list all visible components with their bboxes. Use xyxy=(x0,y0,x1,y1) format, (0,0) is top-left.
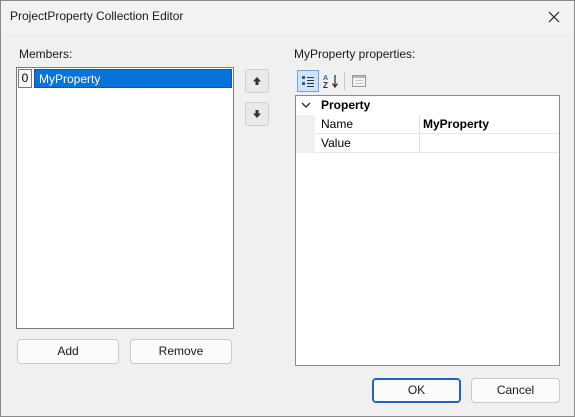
property-value[interactable]: MyProperty xyxy=(423,115,489,133)
close-button[interactable] xyxy=(540,3,568,31)
member-index: 0 xyxy=(18,69,32,88)
categorized-button[interactable] xyxy=(297,70,319,92)
property-pages-button[interactable] xyxy=(348,70,370,92)
arrow-up-icon xyxy=(253,77,261,85)
property-pages-icon xyxy=(352,75,366,87)
cancel-button[interactable]: Cancel xyxy=(471,378,560,403)
property-row-name[interactable]: Name MyProperty xyxy=(315,115,559,134)
properties-label: MyProperty properties: xyxy=(294,47,416,61)
property-name: Name xyxy=(321,117,354,131)
move-down-button[interactable] xyxy=(245,102,269,126)
category-label: Property xyxy=(321,98,371,112)
grid-gutter xyxy=(296,115,315,153)
categorized-icon xyxy=(302,76,314,87)
svg-text:Z: Z xyxy=(323,81,328,89)
property-name: Value xyxy=(321,136,351,150)
column-divider xyxy=(419,115,420,133)
window-title: ProjectProperty Collection Editor xyxy=(10,9,184,23)
member-name[interactable]: MyProperty xyxy=(34,69,232,88)
ok-button[interactable]: OK xyxy=(372,378,461,403)
toolbar-separator xyxy=(344,72,345,90)
members-list[interactable]: 0 MyProperty xyxy=(16,67,234,329)
members-label: Members: xyxy=(19,47,73,61)
chevron-down-icon[interactable] xyxy=(301,101,311,109)
collection-editor-dialog: ProjectProperty Collection Editor Member… xyxy=(0,0,575,417)
column-divider xyxy=(419,134,420,152)
remove-button[interactable]: Remove xyxy=(130,339,232,364)
arrow-down-icon xyxy=(253,110,261,118)
close-icon xyxy=(548,11,560,23)
property-grid[interactable]: Property Name MyProperty Value xyxy=(295,95,560,366)
add-button[interactable]: Add xyxy=(17,339,119,364)
category-row[interactable]: Property xyxy=(296,96,559,115)
property-row-value[interactable]: Value xyxy=(315,134,559,153)
title-bar: ProjectProperty Collection Editor xyxy=(1,1,574,33)
sort-alphabetical-icon: A Z xyxy=(323,75,339,89)
move-up-button[interactable] xyxy=(245,69,269,93)
alphabetical-button[interactable]: A Z xyxy=(320,70,342,92)
list-item[interactable]: 0 MyProperty xyxy=(18,69,232,88)
